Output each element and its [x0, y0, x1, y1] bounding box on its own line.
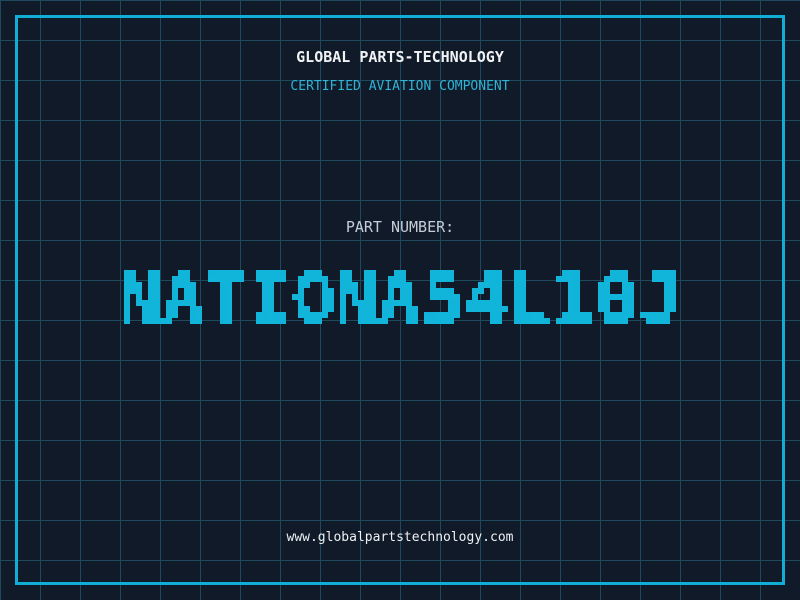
- certification-tagline: CERTIFIED AVIATION COMPONENT: [290, 79, 510, 94]
- blueprint-background: GLOBAL PARTS-TECHNOLOGY CERTIFIED AVIATI…: [0, 0, 800, 600]
- website-url: www.globalpartstechnology.com: [286, 530, 514, 545]
- part-number-display: [100, 252, 700, 348]
- part-number-label: PART NUMBER:: [345, 218, 455, 236]
- company-name: GLOBAL PARTS-TECHNOLOGY: [296, 48, 504, 66]
